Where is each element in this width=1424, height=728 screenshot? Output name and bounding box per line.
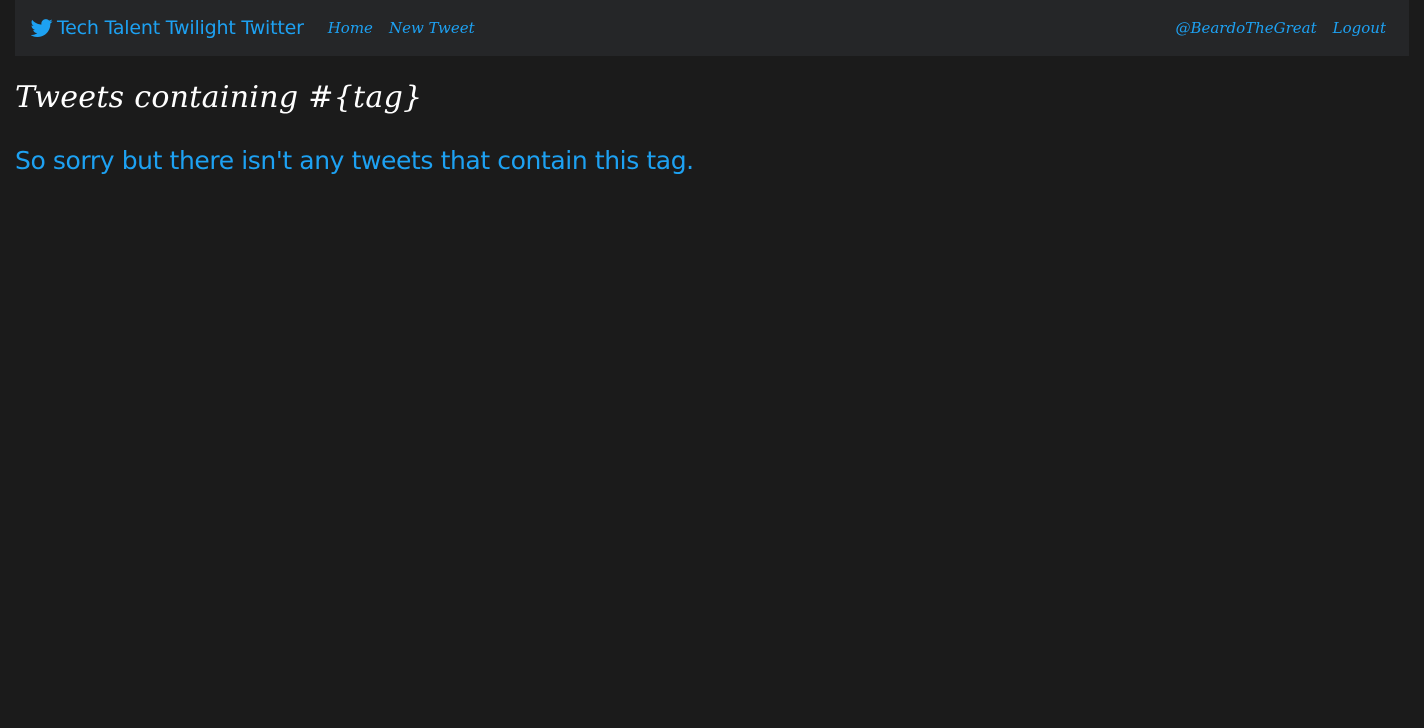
page: Tech Talent Twilight Twitter Home New Tw…	[0, 0, 1424, 728]
nav-logout-link[interactable]: Logout	[1333, 19, 1386, 37]
brand-label: Tech Talent Twilight Twitter	[57, 17, 304, 39]
nav-username-link[interactable]: @BeardoTheGreat	[1175, 19, 1316, 37]
nav-home-link[interactable]: Home	[328, 19, 373, 37]
navbar: Tech Talent Twilight Twitter Home New Tw…	[15, 0, 1409, 56]
empty-state-message: So sorry but there isn't any tweets that…	[15, 146, 694, 175]
nav-new-tweet-link[interactable]: New Tweet	[389, 19, 475, 37]
twitter-bird-icon	[31, 17, 53, 39]
nav-right: @BeardoTheGreat Logout	[1167, 19, 1393, 37]
brand-link[interactable]: Tech Talent Twilight Twitter	[31, 17, 304, 39]
nav-left: Home New Tweet	[328, 19, 483, 37]
page-title: Tweets containing #{tag}	[15, 80, 423, 115]
